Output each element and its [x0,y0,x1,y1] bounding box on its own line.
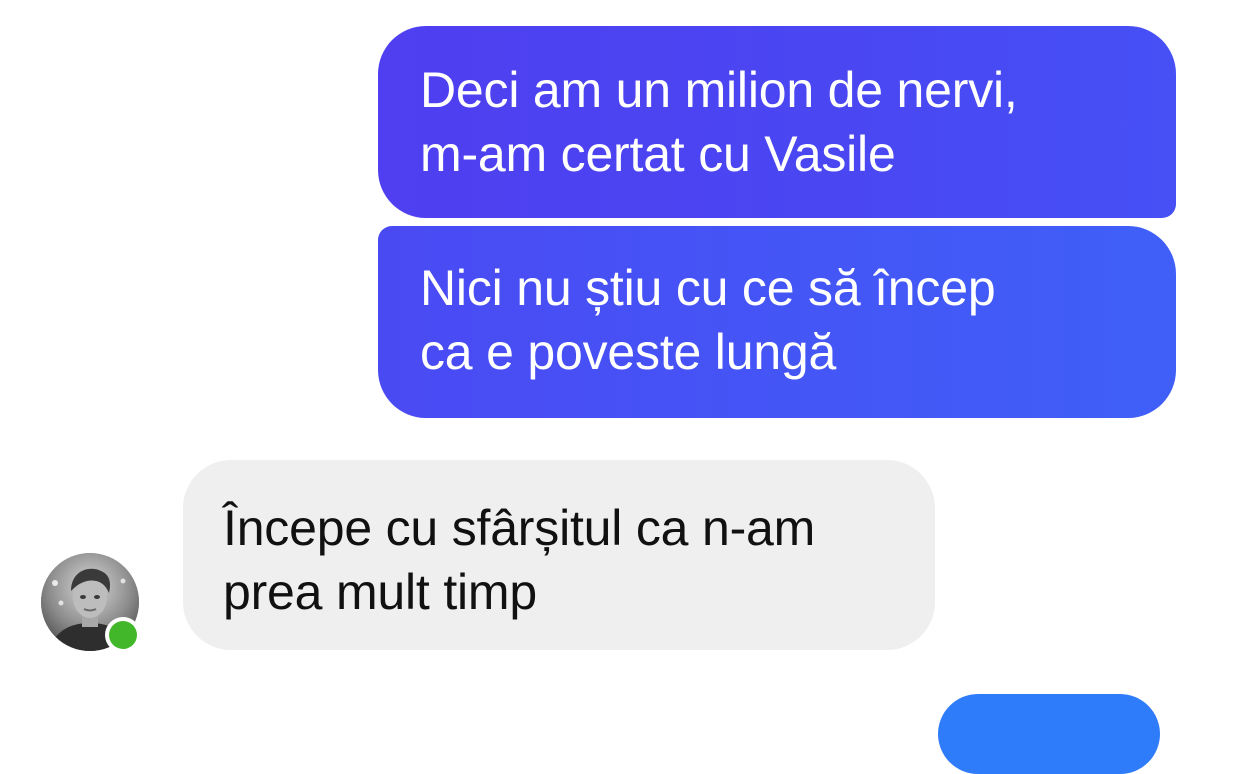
message-thread: Deci am un milion de nervi, m-am certat … [0,0,1260,774]
outgoing-message-bubble[interactable]: Nici nu știu cu ce să încep ca e poveste… [378,226,1176,418]
outgoing-message-bubble-partial[interactable] [938,694,1160,774]
outgoing-message-bubble[interactable]: Deci am un milion de nervi, m-am certat … [378,26,1176,218]
online-status-indicator [109,621,137,649]
incoming-message-bubble[interactable]: Începe cu sfârșitul ca n-am prea mult ti… [183,460,935,650]
